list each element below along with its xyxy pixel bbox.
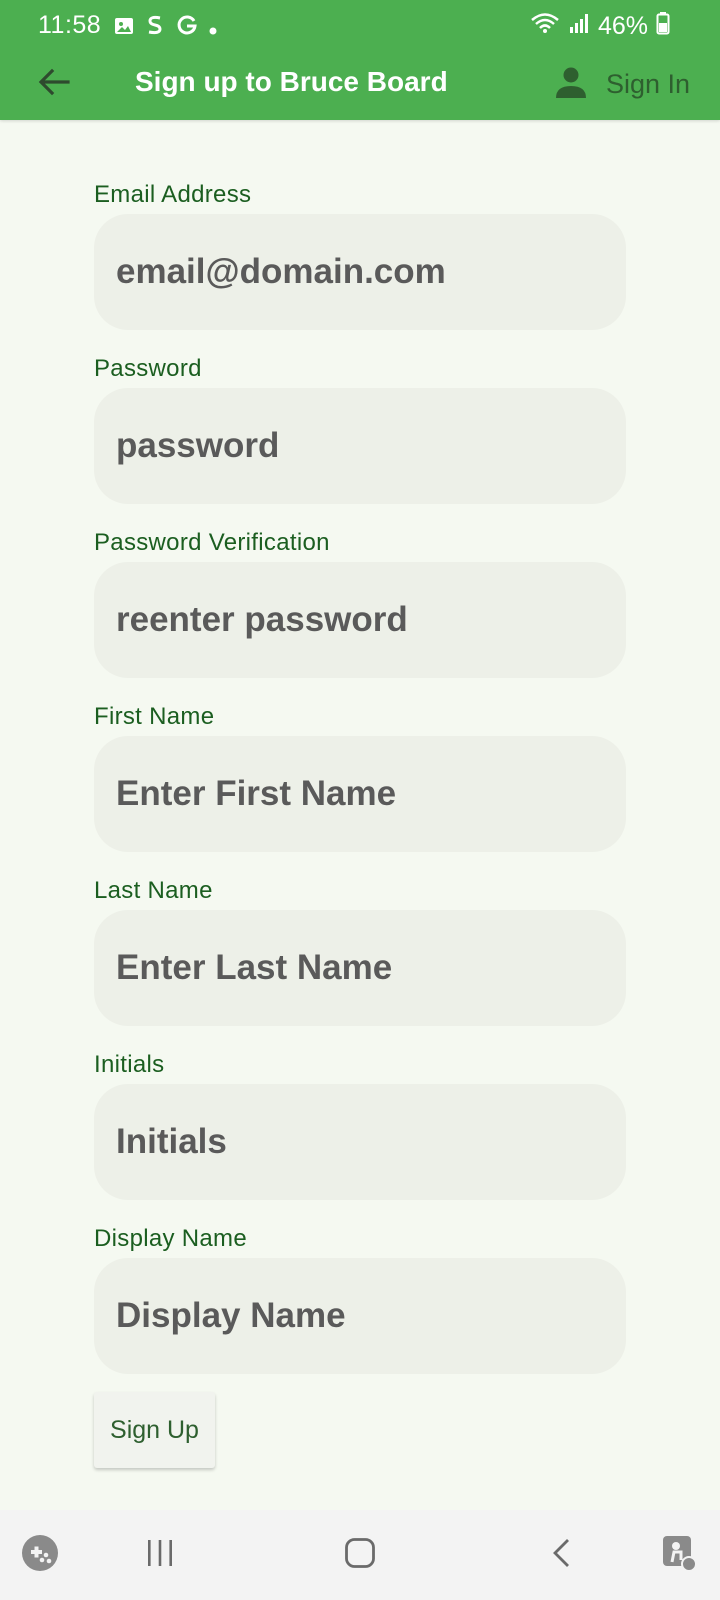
password-input[interactable] <box>94 388 626 504</box>
signal-icon <box>568 12 590 41</box>
first-name-input[interactable] <box>94 736 626 852</box>
password-verification-label: Password Verification <box>94 529 330 556</box>
display-name-input[interactable] <box>94 1258 626 1374</box>
first-name-label: First Name <box>94 703 215 730</box>
last-name-field-group: Last Name <box>94 876 626 1026</box>
email-field-group: Email Address <box>94 180 626 330</box>
recent-apps-button[interactable] <box>136 1531 184 1579</box>
display-name-label: Display Name <box>94 1225 247 1252</box>
battery-percent: 46% <box>597 12 648 40</box>
wifi-icon <box>530 12 560 41</box>
initials-label: Initials <box>94 1051 165 1078</box>
game-launcher-icon <box>21 1534 59 1577</box>
password-verification-field-group: Password Verification <box>94 528 626 678</box>
game-launcher-button[interactable] <box>16 1531 64 1579</box>
gallery-icon <box>114 14 134 43</box>
initials-input[interactable] <box>94 1084 626 1200</box>
back-button[interactable] <box>30 60 78 108</box>
last-name-label: Last Name <box>94 877 213 904</box>
recent-apps-icon <box>145 1538 175 1573</box>
system-nav-bar <box>0 1510 720 1600</box>
page-title: Sign up to Bruce Board <box>135 66 448 97</box>
status-right: 46% <box>530 11 670 42</box>
battery-icon <box>656 11 670 42</box>
email-label: Email Address <box>94 181 252 208</box>
initials-field-group: Initials <box>94 1050 626 1200</box>
signup-form: Email Address Password Password Verifica… <box>94 180 626 1398</box>
person-icon <box>554 65 588 104</box>
email-input[interactable] <box>94 214 626 330</box>
password-field-group: Password <box>94 354 626 504</box>
sign-in-label: Sign In <box>605 68 690 99</box>
notification-icons <box>114 14 218 43</box>
password-verification-input[interactable] <box>94 562 626 678</box>
display-name-field-group: Display Name <box>94 1224 626 1374</box>
toolbar: Sign up to Bruce Board Sign In <box>0 52 720 120</box>
arrow-left-icon <box>38 68 70 101</box>
sign-up-button[interactable]: Sign Up <box>94 1392 215 1468</box>
sign-in-button[interactable]: Sign In <box>554 60 690 108</box>
nav-back-button[interactable] <box>538 1531 586 1579</box>
last-name-input[interactable] <box>94 910 626 1026</box>
google-icon <box>176 14 198 43</box>
home-button[interactable] <box>336 1531 384 1579</box>
password-label: Password <box>94 355 202 382</box>
status-bar: 11:58 46% <box>0 0 720 52</box>
home-icon <box>344 1537 376 1574</box>
nav-back-icon <box>550 1537 574 1574</box>
status-time: 11:58 <box>38 11 102 39</box>
app-bar: 11:58 46% Sign up to Bruce Board Sign In <box>0 0 720 120</box>
first-name-field-group: First Name <box>94 702 626 852</box>
accessibility-button[interactable] <box>656 1531 704 1579</box>
s-app-icon <box>144 14 166 43</box>
accessibility-icon <box>661 1534 699 1577</box>
dot-icon <box>208 14 218 43</box>
